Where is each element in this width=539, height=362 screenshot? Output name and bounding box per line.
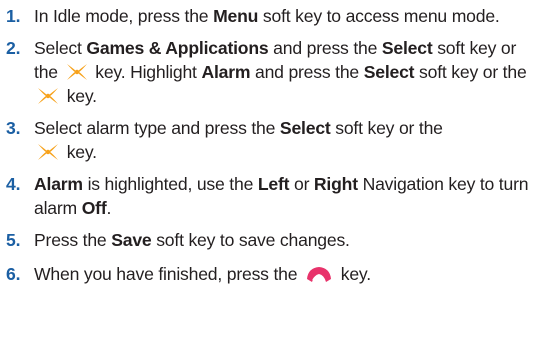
step-5: 5. Press the Save soft key to save chang…	[6, 228, 536, 252]
key-label-right: Right	[313, 174, 358, 194]
step-number: 3.	[6, 118, 21, 138]
step-2: 2. Select Games & Applications and press…	[6, 36, 536, 108]
step-text: key. Highlight	[90, 62, 202, 82]
key-label-save: Save	[111, 230, 152, 250]
step-text: soft key to access menu mode.	[258, 6, 500, 26]
step-text: or	[289, 174, 314, 194]
step-6: 6. When you have finished, press the key…	[6, 262, 536, 286]
step-text: Select alarm type and press the	[34, 118, 280, 138]
step-number: 5.	[6, 230, 21, 250]
instruction-steps: 1. In Idle mode, press the Menu soft key…	[6, 4, 536, 294]
step-text: Select	[34, 38, 87, 58]
step-number: 6.	[6, 264, 21, 284]
step-number: 2.	[6, 38, 21, 58]
step-text: is highlighted, use the	[82, 174, 258, 194]
step-text: In Idle mode, press the	[34, 6, 214, 26]
step-text: .	[106, 198, 112, 218]
setting-label-off: Off	[81, 198, 107, 218]
step-1: 1. In Idle mode, press the Menu soft key…	[6, 4, 536, 28]
step-4: 4. Alarm is highlighted, use the Left or…	[6, 172, 536, 220]
menu-label-alarm: Alarm	[34, 174, 83, 194]
step-text: key.	[62, 86, 97, 106]
key-label-select: Select	[279, 118, 331, 138]
ok-key-icon	[65, 62, 89, 82]
end-key-icon	[304, 262, 334, 284]
step-text: and press the	[268, 38, 382, 58]
step-text: and press the	[250, 62, 364, 82]
step-text: When you have finished, press the	[34, 264, 303, 284]
step-number: 1.	[6, 6, 21, 26]
step-text: key.	[336, 264, 371, 284]
step-text: soft key to save changes.	[151, 230, 350, 250]
key-label-left: Left	[257, 174, 290, 194]
key-label-menu: Menu	[213, 6, 259, 26]
step-text: key.	[62, 142, 97, 162]
step-text: soft key or the	[414, 62, 527, 82]
step-text: soft key or the	[330, 118, 443, 138]
step-3: 3. Select alarm type and press the Selec…	[6, 116, 536, 164]
step-text: Press the	[34, 230, 112, 250]
menu-label-games-applications: Games & Applications	[86, 38, 269, 58]
ok-key-icon	[36, 142, 60, 162]
menu-label-alarm: Alarm	[201, 62, 251, 82]
ok-key-icon	[36, 86, 60, 106]
key-label-select: Select	[381, 38, 433, 58]
key-label-select: Select	[363, 62, 415, 82]
step-number: 4.	[6, 174, 21, 194]
